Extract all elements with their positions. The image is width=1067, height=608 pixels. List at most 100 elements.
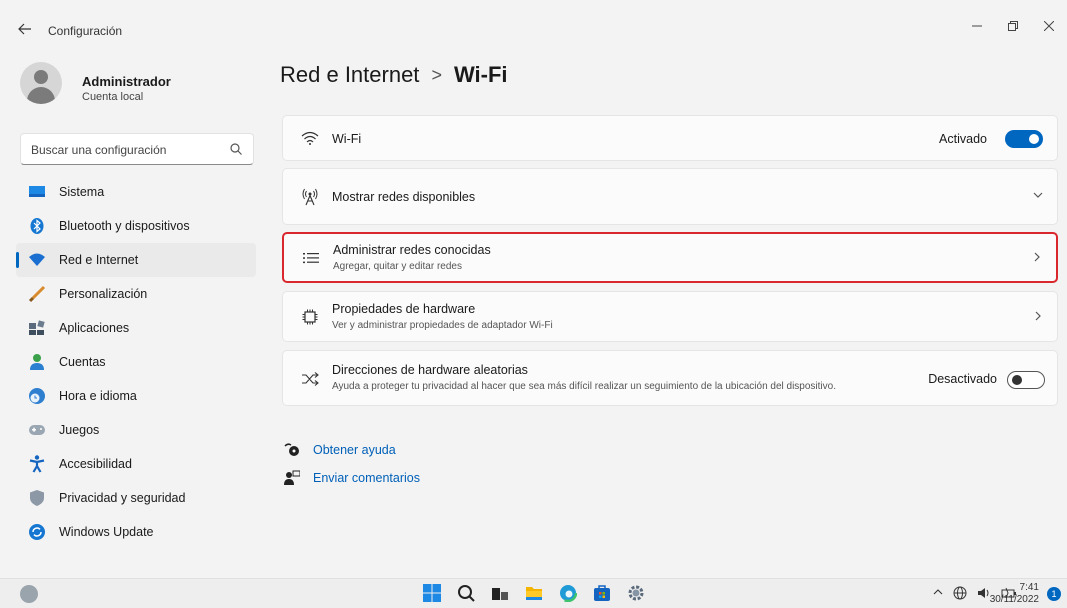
chevron-up-icon[interactable] — [933, 586, 943, 603]
sidebar-item-label: Personalización — [59, 287, 148, 301]
help-icon — [283, 441, 301, 459]
sidebar-nav: Sistema Bluetooth y dispositivos Red e I… — [16, 175, 256, 549]
edge-button[interactable] — [558, 583, 578, 603]
help-link[interactable]: Obtener ayuda — [313, 443, 396, 457]
sidebar-item-sistema[interactable]: Sistema — [16, 175, 256, 209]
clock-date: 30/11/2022 — [989, 594, 1039, 605]
breadcrumb-parent[interactable]: Red e Internet — [280, 62, 419, 88]
start-button[interactable] — [422, 583, 442, 603]
accessibility-icon — [28, 455, 46, 473]
sidebar-item-label: Bluetooth y dispositivos — [59, 219, 190, 233]
sidebar-item-cuentas[interactable]: Cuentas — [16, 345, 256, 379]
window-controls — [959, 14, 1067, 38]
hardware-properties-subtitle: Ver y administrar propiedades de adaptad… — [332, 320, 553, 331]
edge-icon — [559, 584, 577, 602]
taskbar: 7:41 30/11/2022 1 — [0, 578, 1067, 608]
sidebar-item-label: Cuentas — [59, 355, 106, 369]
accounts-icon — [28, 353, 46, 371]
sidebar-item-accesibilidad[interactable]: Accesibilidad — [16, 447, 256, 481]
sidebar-item-bluetooth[interactable]: Bluetooth y dispositivos — [16, 209, 256, 243]
wifi-toggle[interactable] — [1005, 130, 1043, 148]
back-button[interactable] — [18, 22, 32, 38]
chevron-down-icon — [1033, 188, 1043, 203]
random-addresses-subtitle: Ayuda a proteger tu privacidad al hacer … — [332, 381, 836, 392]
avatar — [20, 62, 62, 104]
widgets-icon[interactable] — [20, 585, 38, 603]
sidebar-item-juegos[interactable]: Juegos — [16, 413, 256, 447]
hardware-properties-card[interactable]: Propiedades de hardware Ver y administra… — [282, 291, 1058, 342]
known-networks-subtitle: Agregar, quitar y editar redes — [333, 261, 462, 272]
feedback-link[interactable]: Enviar comentarios — [313, 471, 420, 485]
apps-icon — [28, 319, 46, 337]
arrow-left-icon — [18, 23, 31, 35]
shield-icon — [28, 489, 46, 507]
sidebar-item-personalizacion[interactable]: Personalización — [16, 277, 256, 311]
feedback-icon — [283, 469, 301, 487]
antenna-icon — [300, 187, 320, 207]
wifi-title: Wi-Fi — [332, 132, 362, 146]
wifi-icon — [300, 128, 320, 148]
sidebar-item-label: Privacidad y seguridad — [59, 491, 186, 505]
task-view-button[interactable] — [490, 583, 510, 603]
help-link-row: Obtener ayuda — [283, 441, 396, 459]
page-title: Wi-Fi — [453, 62, 508, 87]
sidebar-item-label: Accesibilidad — [59, 457, 132, 471]
search-icon — [230, 143, 242, 155]
hardware-properties-title: Propiedades de hardware — [332, 302, 476, 316]
clock-time: 7:41 — [1019, 582, 1039, 593]
file-explorer-button[interactable] — [524, 583, 544, 603]
minimize-button[interactable] — [959, 14, 995, 38]
chevron-right-icon — [1032, 250, 1042, 265]
search-placeholder: Buscar una configuración — [31, 143, 167, 157]
active-indicator — [16, 252, 19, 268]
sidebar-item-label: Windows Update — [59, 525, 154, 539]
sidebar-item-label: Sistema — [59, 185, 105, 199]
known-networks-card[interactable]: Administrar redes conocidas Agregar, qui… — [282, 232, 1058, 283]
sidebar-item-privacidad[interactable]: Privacidad y seguridad — [16, 481, 256, 515]
breadcrumb: Red e Internet > Wi-Fi — [280, 62, 508, 88]
user-account-type: Cuenta local — [82, 91, 144, 103]
random-addresses-state-label: Desactivado — [928, 372, 997, 386]
random-addresses-toggle[interactable] — [1007, 371, 1045, 389]
available-networks-card[interactable]: Mostrar redes disponibles — [282, 168, 1058, 225]
task-view-icon — [492, 588, 508, 600]
maximize-button[interactable] — [995, 14, 1031, 38]
random-addresses-title: Direcciones de hardware aleatorias — [332, 363, 528, 377]
wifi-card[interactable]: Wi-Fi Activado — [282, 115, 1058, 161]
sidebar-item-label: Red e Internet — [59, 253, 139, 267]
gamepad-icon — [28, 421, 46, 439]
chip-icon — [300, 307, 320, 327]
wifi-state-label: Activado — [939, 132, 987, 146]
brush-icon — [28, 285, 46, 303]
gear-icon — [628, 585, 644, 601]
sidebar-item-label: Aplicaciones — [59, 321, 130, 335]
network-icon — [28, 251, 46, 269]
available-networks-title: Mostrar redes disponibles — [332, 190, 476, 204]
folder-icon — [526, 587, 542, 600]
close-button[interactable] — [1031, 14, 1067, 38]
sidebar-item-windows-update[interactable]: Windows Update — [16, 515, 256, 549]
sidebar-item-aplicaciones[interactable]: Aplicaciones — [16, 311, 256, 345]
title-bar: Configuración — [0, 0, 1067, 60]
close-icon — [1044, 21, 1054, 31]
sidebar-item-red-e-internet[interactable]: Red e Internet — [16, 243, 256, 277]
bluetooth-icon — [28, 217, 46, 235]
list-icon — [301, 248, 321, 268]
settings-button[interactable] — [626, 583, 646, 603]
clock[interactable]: 7:41 30/11/2022 — [990, 582, 1039, 606]
sidebar-item-label: Juegos — [59, 423, 100, 437]
store-button[interactable] — [592, 583, 612, 603]
sidebar-item-hora-e-idioma[interactable]: Hora e idioma — [16, 379, 256, 413]
notification-badge[interactable]: 1 — [1047, 587, 1061, 601]
sidebar-item-label: Hora e idioma — [59, 389, 137, 403]
time-language-icon — [28, 387, 46, 405]
chevron-right-icon — [1033, 309, 1043, 324]
windows-icon — [423, 584, 441, 602]
globe-icon[interactable] — [953, 586, 967, 603]
minimize-icon — [972, 25, 982, 27]
user-profile[interactable]: Administrador Cuenta local — [20, 62, 260, 114]
search-taskbar-button[interactable] — [456, 583, 476, 603]
app-title: Configuración — [48, 24, 123, 38]
search-input[interactable]: Buscar una configuración — [20, 133, 254, 165]
update-icon — [28, 523, 46, 541]
